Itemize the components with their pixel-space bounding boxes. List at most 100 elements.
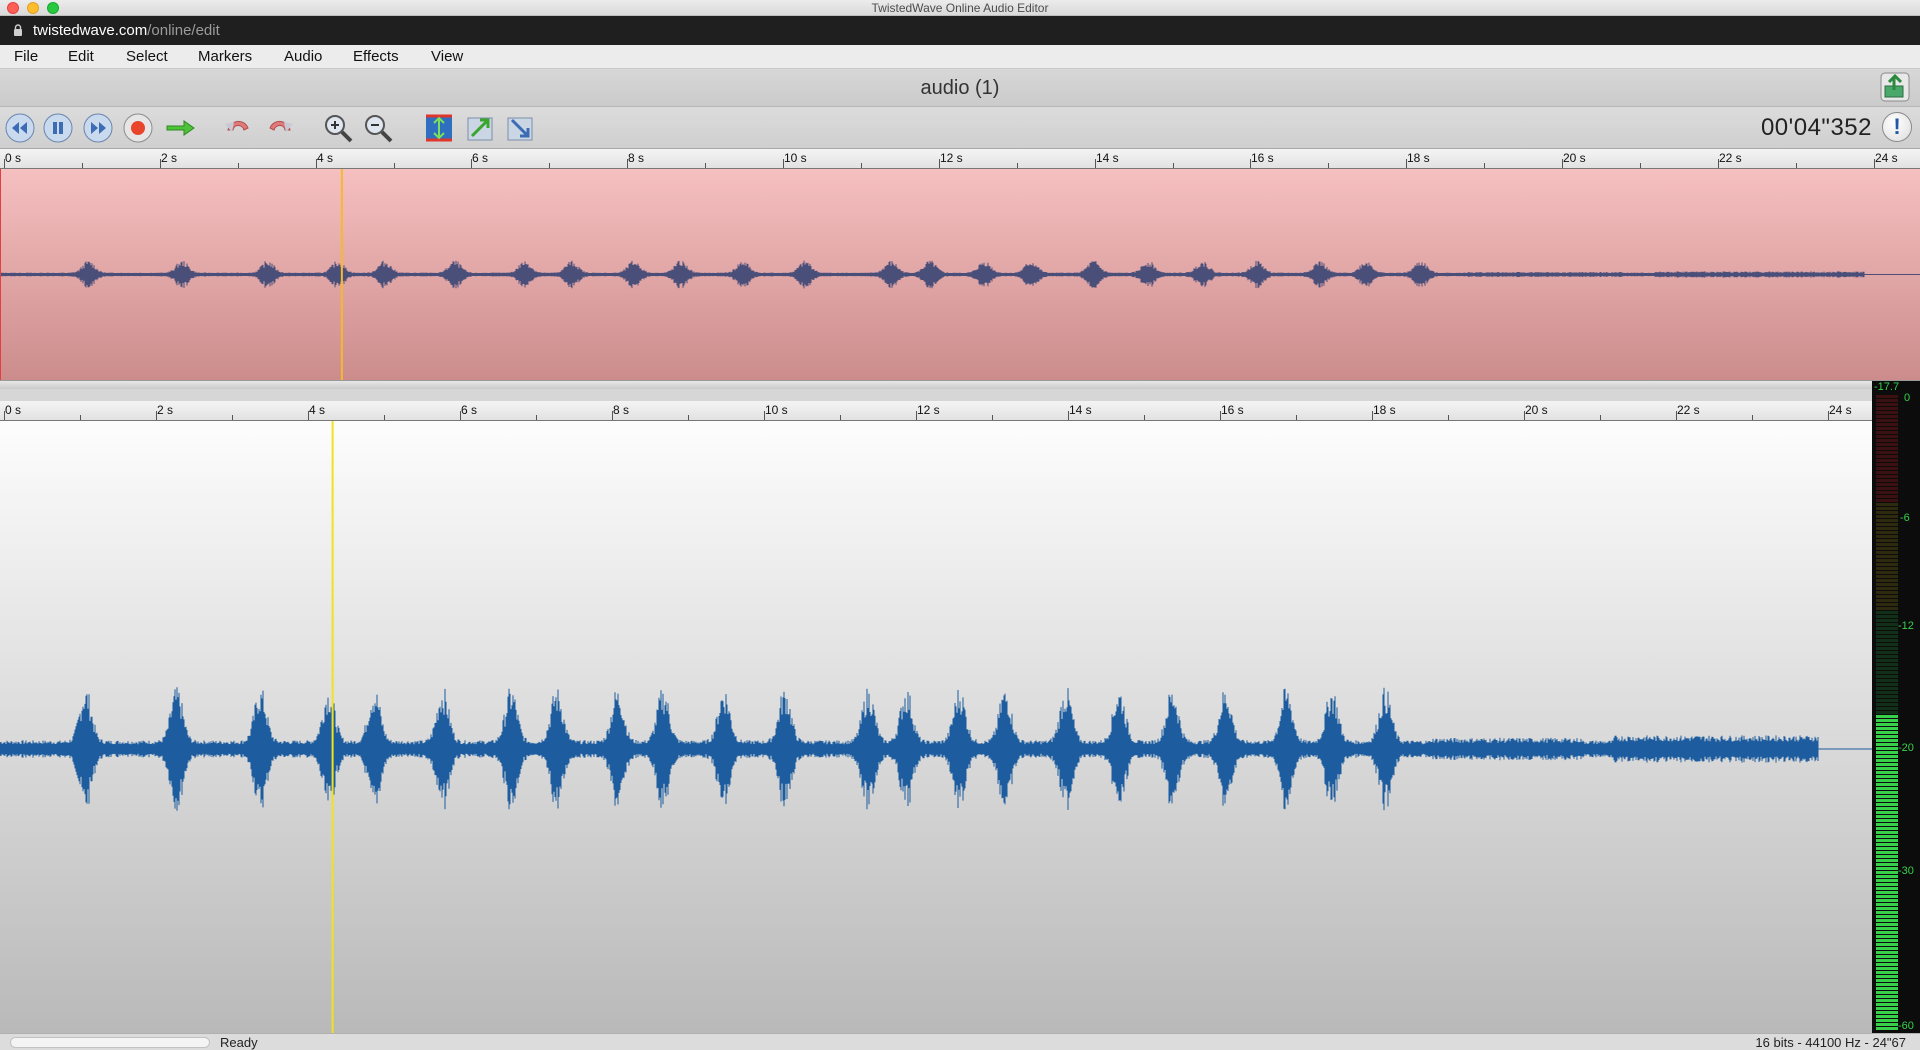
address-bar[interactable]: twistedwave.com/online/edit bbox=[0, 16, 1920, 45]
meter-segment bbox=[1876, 575, 1898, 578]
meter-segment bbox=[1876, 1015, 1898, 1018]
meter-segment bbox=[1876, 907, 1898, 910]
meter-segment bbox=[1876, 815, 1898, 818]
overview-ruler-label: 2 s bbox=[161, 151, 178, 165]
overview-waveform-graphic bbox=[1, 169, 1920, 380]
overview-splitter[interactable] bbox=[0, 380, 1920, 389]
meter-segment bbox=[1876, 975, 1898, 978]
meter-segment bbox=[1876, 891, 1898, 894]
menu-view[interactable]: View bbox=[431, 48, 463, 65]
meter-segment bbox=[1876, 779, 1898, 782]
meter-segment bbox=[1876, 819, 1898, 822]
meter-segment bbox=[1876, 987, 1898, 990]
ruler-tick bbox=[1484, 163, 1485, 168]
meter-segment bbox=[1876, 527, 1898, 530]
main-ruler-label: 22 s bbox=[1677, 403, 1700, 417]
overview-ruler-label: 22 s bbox=[1719, 151, 1742, 165]
overview-time-ruler[interactable]: 0 s 2 s 4 s 6 s 8 s 10 s 12 s 14 s 16 s 18 s 20 s 2… bbox=[0, 149, 1920, 169]
overview-waveform[interactable] bbox=[0, 169, 1920, 380]
pause-icon[interactable] bbox=[42, 112, 74, 144]
url-text[interactable]: twistedwave.com/online/edit bbox=[33, 22, 220, 39]
main-ruler-label: 4 s bbox=[309, 403, 326, 417]
meter-segment bbox=[1876, 991, 1898, 994]
meter-segment bbox=[1876, 523, 1898, 526]
meter-segment bbox=[1876, 995, 1898, 998]
meter-segment bbox=[1876, 547, 1898, 550]
zoom-selection-icon[interactable] bbox=[464, 112, 496, 144]
meter-segment bbox=[1876, 771, 1898, 774]
record-icon[interactable] bbox=[122, 112, 154, 144]
info-icon[interactable]: ! bbox=[1882, 112, 1912, 142]
meter-segment bbox=[1876, 483, 1898, 486]
ruler-tick bbox=[992, 415, 993, 420]
export-icon[interactable] bbox=[1880, 72, 1910, 102]
meter-segment bbox=[1876, 675, 1898, 678]
main-ruler-label: 14 s bbox=[1069, 403, 1092, 417]
meter-segment bbox=[1876, 403, 1898, 406]
rewind-icon[interactable] bbox=[4, 112, 36, 144]
menu-markers[interactable]: Markers bbox=[198, 48, 252, 65]
menu-file[interactable]: File bbox=[14, 48, 38, 65]
main-ruler-label: 10 s bbox=[765, 403, 788, 417]
meter-segment bbox=[1876, 639, 1898, 642]
ruler-tick bbox=[1173, 163, 1174, 168]
meter-segment bbox=[1876, 491, 1898, 494]
overview-ruler-label: 20 s bbox=[1563, 151, 1586, 165]
meter-segment bbox=[1876, 615, 1898, 618]
ruler-tick bbox=[384, 415, 385, 420]
fast-forward-icon[interactable] bbox=[82, 112, 114, 144]
meter-segment bbox=[1876, 903, 1898, 906]
zoom-in-icon[interactable] bbox=[322, 112, 354, 144]
menu-audio[interactable]: Audio bbox=[284, 48, 322, 65]
main-ruler-label: 24 s bbox=[1829, 403, 1852, 417]
meter-segment bbox=[1876, 427, 1898, 430]
ruler-tick bbox=[82, 163, 83, 168]
main-ruler-label: 0 s bbox=[5, 403, 22, 417]
meter-segment bbox=[1876, 867, 1898, 870]
meter-segment bbox=[1876, 655, 1898, 658]
overview-ruler-label: 24 s bbox=[1875, 151, 1898, 165]
meter-segment bbox=[1876, 467, 1898, 470]
ruler-tick bbox=[80, 415, 81, 420]
play-selection-icon[interactable] bbox=[164, 112, 196, 144]
ruler-tick bbox=[1640, 163, 1641, 168]
status-text: Ready bbox=[220, 1035, 258, 1050]
status-bar: Ready 16 bits - 44100 Hz - 24"67 bbox=[0, 1033, 1920, 1050]
ruler-tick bbox=[536, 415, 537, 420]
meter-segment bbox=[1876, 415, 1898, 418]
meter-segment bbox=[1876, 567, 1898, 570]
undo-icon[interactable] bbox=[222, 112, 254, 144]
zoom-all-icon[interactable] bbox=[504, 112, 536, 144]
overview-ruler-label: 10 s bbox=[784, 151, 807, 165]
meter-segment bbox=[1876, 667, 1898, 670]
meter-segment bbox=[1876, 811, 1898, 814]
main-waveform[interactable] bbox=[0, 421, 1872, 1033]
meter-segment bbox=[1876, 607, 1898, 610]
zoom-out-icon[interactable] bbox=[362, 112, 394, 144]
url-host: twistedwave.com bbox=[33, 22, 148, 39]
meter-segment bbox=[1876, 839, 1898, 842]
menu-effects[interactable]: Effects bbox=[353, 48, 399, 65]
overview-ruler-label: 18 s bbox=[1407, 151, 1430, 165]
menu-edit[interactable]: Edit bbox=[68, 48, 94, 65]
meter-segment bbox=[1876, 795, 1898, 798]
meter-segment bbox=[1876, 451, 1898, 454]
fit-vertical-icon[interactable] bbox=[423, 112, 455, 144]
meter-segment bbox=[1876, 735, 1898, 738]
redo-icon[interactable] bbox=[264, 112, 296, 144]
meter-segment bbox=[1876, 463, 1898, 466]
meter-segment bbox=[1876, 1023, 1898, 1026]
overview-ruler-label: 8 s bbox=[628, 151, 645, 165]
meter-segment bbox=[1876, 783, 1898, 786]
menu-select[interactable]: Select bbox=[126, 48, 168, 65]
meter-segment bbox=[1876, 739, 1898, 742]
meter-segment bbox=[1876, 519, 1898, 522]
main-time-ruler[interactable]: 0 s 2 s 4 s 6 s 8 s 10 s 12 s 14 s 16 s 18 s 20 s 2… bbox=[0, 401, 1905, 421]
meter-segment bbox=[1876, 399, 1898, 402]
meter-segment bbox=[1876, 775, 1898, 778]
meter-segment bbox=[1876, 747, 1898, 750]
meter-segment bbox=[1876, 423, 1898, 426]
overview-ruler-label: 16 s bbox=[1251, 151, 1274, 165]
meter-segment bbox=[1876, 1027, 1898, 1030]
window-titlebar: TwistedWave Online Audio Editor bbox=[0, 0, 1920, 16]
